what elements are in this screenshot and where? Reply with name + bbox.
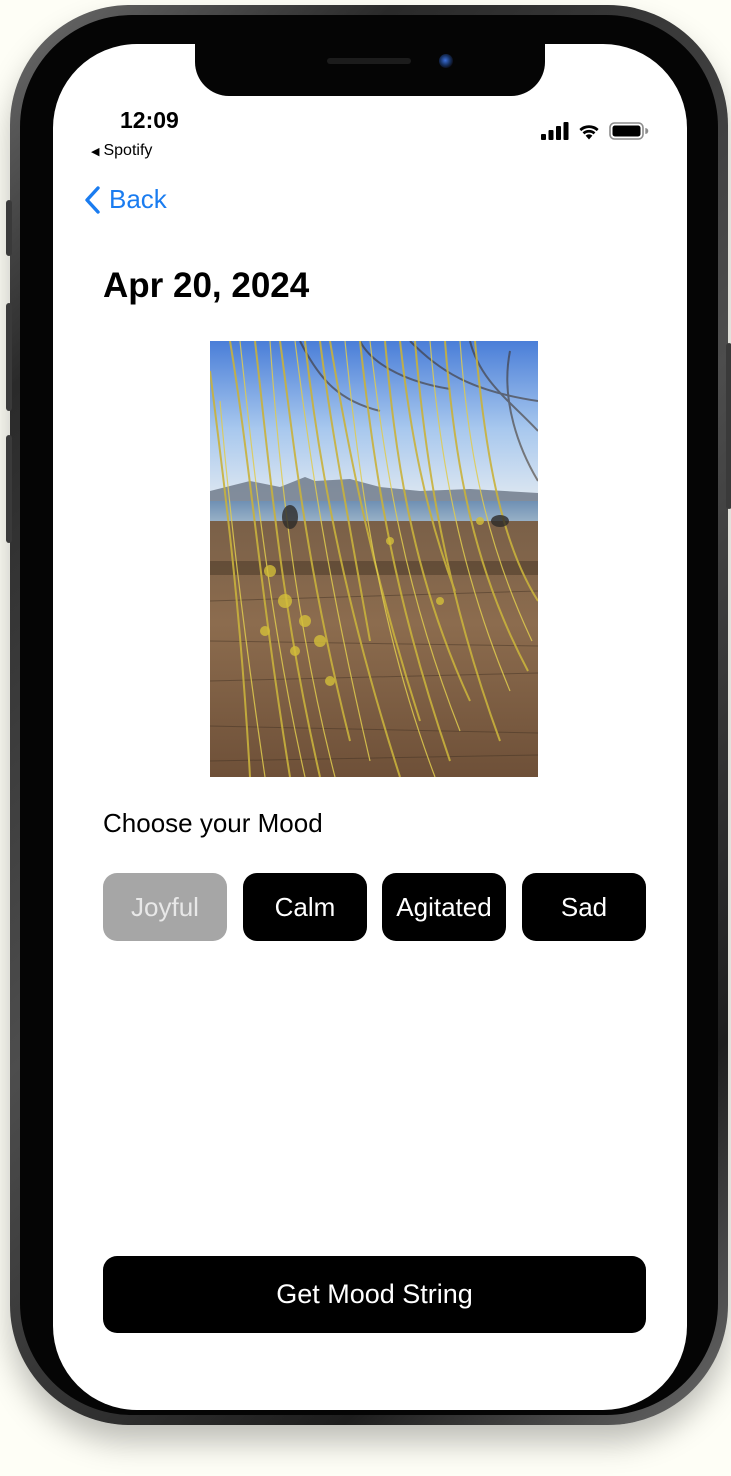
mood-button-joyful[interactable]: Joyful <box>103 873 227 941</box>
entry-date-title: Apr 20, 2024 <box>103 266 310 305</box>
status-icons <box>541 122 649 140</box>
speaker-grille <box>327 58 411 64</box>
volume-down-button <box>6 435 12 543</box>
wifi-icon <box>579 125 599 140</box>
app-screen: 12:09 ◀ Spotify Back Apr 20, 2024 Choose… <box>53 44 687 1410</box>
battery-icon <box>609 122 649 140</box>
status-time: 12:09 <box>120 107 179 133</box>
chevron-left-icon <box>85 185 100 214</box>
mood-button-sad[interactable]: Sad <box>522 873 646 941</box>
back-triangle-icon: ◀ <box>91 145 100 158</box>
front-camera <box>439 54 453 68</box>
back-to-app-link[interactable]: ◀ Spotify <box>91 142 152 160</box>
volume-up-button <box>6 303 12 411</box>
cellular-signal-icon <box>541 122 569 140</box>
back-button[interactable]: Back <box>83 184 167 215</box>
get-mood-string-button[interactable]: Get Mood String <box>103 1256 646 1333</box>
mood-section-label: Choose your Mood <box>103 808 323 838</box>
notch <box>195 44 545 96</box>
power-button <box>726 343 731 509</box>
entry-photo <box>210 341 538 777</box>
mood-button-calm[interactable]: Calm <box>243 873 367 941</box>
silent-switch <box>6 200 12 256</box>
mood-button-agitated[interactable]: Agitated <box>382 873 506 941</box>
back-button-label: Back <box>109 184 167 214</box>
mood-options: Joyful Calm Agitated Sad <box>103 873 646 941</box>
back-to-app-label: Spotify <box>103 142 153 159</box>
